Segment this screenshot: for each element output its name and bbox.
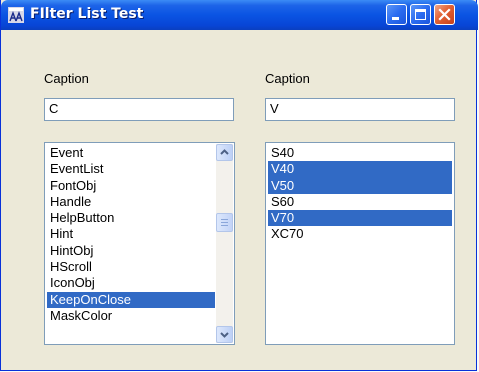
list-item[interactable]: S40 [268, 145, 452, 161]
left-listbox[interactable]: Event EventList FontObj Handle HelpButton Hin… [44, 142, 235, 345]
maximize-button[interactable] [410, 4, 431, 25]
minimize-button[interactable] [386, 4, 407, 25]
main-window: FIlter List Test Caption C Event EventLis… [0, 0, 478, 371]
app-icon [8, 7, 24, 23]
close-button[interactable] [434, 4, 455, 25]
scroll-up-button[interactable] [216, 144, 233, 161]
list-item[interactable]: V50 [268, 177, 452, 194]
list-item[interactable]: Handle [47, 194, 215, 210]
list-item[interactable]: HelpButton [47, 210, 215, 226]
grip-icon [221, 219, 228, 226]
right-listbox[interactable]: S40 V40 V50 S60 V70 XC70 [265, 142, 455, 345]
left-list-items: Event EventList FontObj Handle HelpButton Hin… [47, 145, 215, 324]
list-item[interactable]: MaskColor [47, 308, 215, 324]
left-caption-label: Caption [44, 71, 89, 86]
close-icon [438, 8, 451, 21]
list-item[interactable]: V40 [268, 161, 452, 178]
list-item[interactable]: Event [47, 145, 215, 161]
chevron-down-icon [220, 332, 229, 338]
right-caption-label: Caption [265, 71, 310, 86]
scroll-thumb[interactable] [216, 213, 233, 232]
chevron-up-icon [220, 149, 229, 155]
list-item[interactable]: V70 [268, 210, 452, 227]
list-item[interactable]: S60 [268, 194, 452, 210]
title-bar[interactable]: FIlter List Test [1, 0, 478, 30]
list-item[interactable]: KeepOnClose [47, 291, 215, 308]
left-filter-input[interactable]: C [44, 98, 234, 121]
window-title: FIlter List Test [30, 6, 144, 22]
list-item[interactable]: HintObj [47, 243, 215, 259]
right-filter-input[interactable]: V [265, 98, 455, 121]
list-item[interactable]: HScroll [47, 259, 215, 275]
left-scrollbar[interactable] [216, 144, 233, 343]
minimize-icon [392, 17, 399, 20]
list-item[interactable]: EventList [47, 161, 215, 177]
list-item[interactable]: XC70 [268, 226, 452, 242]
right-list-items: S40 V40 V50 S60 V70 XC70 [268, 145, 452, 243]
list-item[interactable]: IconObj [47, 275, 215, 291]
list-item[interactable]: Hint [47, 226, 215, 242]
list-item[interactable]: FontObj [47, 178, 215, 194]
maximize-icon [415, 9, 426, 20]
scroll-down-button[interactable] [216, 326, 233, 343]
